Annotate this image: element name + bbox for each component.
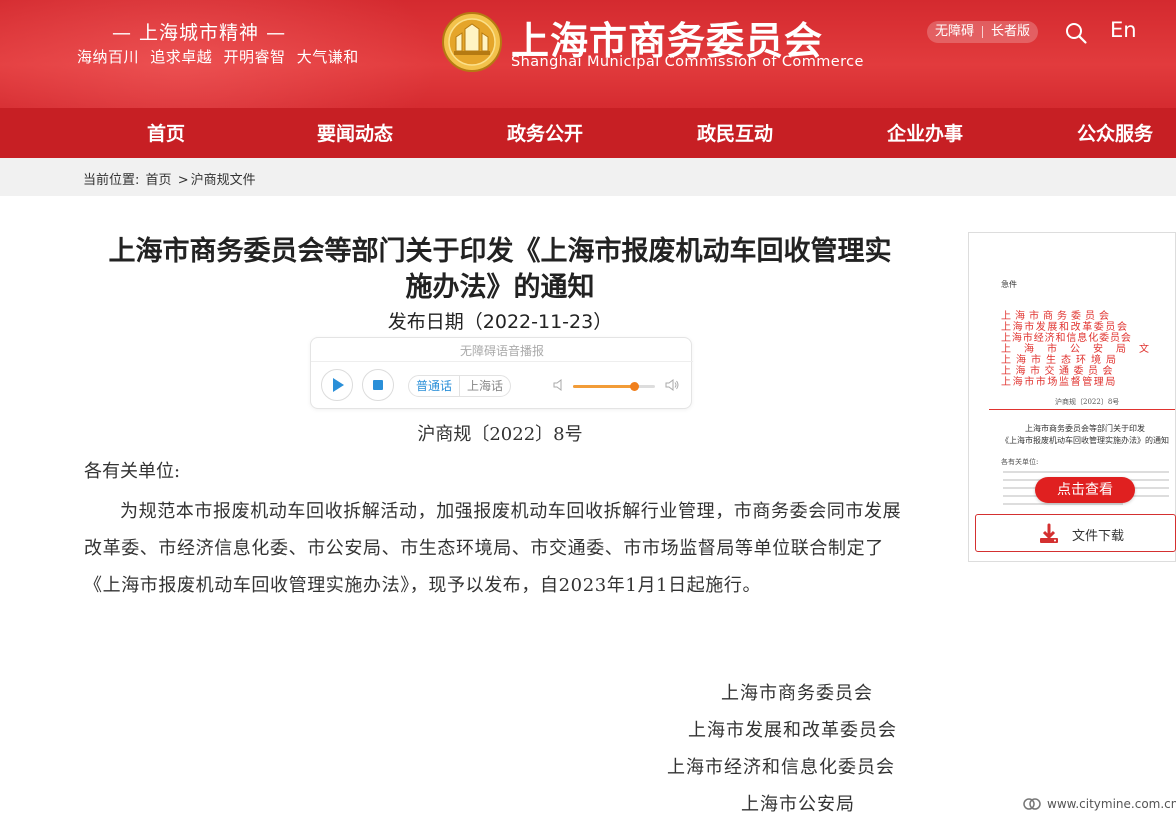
signatory-commerce: 上海市商务委员会 bbox=[721, 683, 873, 704]
article-title-line2: 施办法》的通知 bbox=[405, 272, 595, 303]
nav-item-news[interactable]: 要闻动态 bbox=[317, 108, 393, 158]
dialect-mandarin-option[interactable]: 普通话 bbox=[409, 376, 459, 396]
audio-player: 无障碍语音播报 普通话 上海话 bbox=[310, 337, 693, 409]
signatory-public-security: 上海市公安局 bbox=[741, 794, 855, 815]
nav-item-interaction[interactable]: 政民互动 bbox=[697, 108, 773, 158]
dialect-shanghai-option[interactable]: 上海话 bbox=[459, 376, 510, 396]
breadcrumb-prefix: 当前位置: bbox=[83, 173, 140, 188]
language-switch-link[interactable]: En bbox=[1110, 18, 1137, 42]
preview-text-line bbox=[1003, 503, 1123, 505]
stop-button[interactable] bbox=[362, 369, 394, 401]
breadcrumb-bar: 当前位置: 首页 > 沪商规文件 bbox=[0, 158, 1176, 196]
preview-doc-number: 沪商规〔2022〕8号 bbox=[1055, 398, 1120, 406]
nav-item-business[interactable]: 企业办事 bbox=[887, 108, 963, 158]
preview-urgent-tag: 急件 bbox=[1001, 280, 1017, 289]
document-number: 沪商规〔2022〕8号 bbox=[417, 424, 583, 445]
search-icon[interactable] bbox=[1064, 21, 1088, 45]
accessibility-toggle-group: 无障碍 长者版 bbox=[927, 21, 1039, 43]
dialect-selector: 普通话 上海话 bbox=[408, 375, 512, 397]
nav-item-home[interactable]: 首页 bbox=[147, 108, 185, 158]
preview-salutation: 各有关单位: bbox=[1001, 458, 1039, 466]
elderly-mode-button[interactable]: 长者版 bbox=[983, 21, 1038, 43]
volume-slider[interactable] bbox=[573, 382, 655, 391]
document-preview[interactable]: 急件 上海市商务委员会 上海市发展和改革委员会 上海市经济和信息化委员会 上海市… bbox=[968, 232, 1176, 562]
accessibility-mode-button[interactable]: 无障碍 bbox=[927, 21, 982, 43]
article-title: 上海市商务委员会等部门关于印发《上海市报废机动车回收管理实 施办法》的通知 bbox=[84, 234, 916, 306]
download-file-button[interactable]: 文件下载 bbox=[975, 514, 1176, 552]
nav-item-gov-affairs[interactable]: 政务公开 bbox=[507, 108, 583, 158]
volume-slider-fill bbox=[573, 385, 635, 388]
breadcrumb-home-link[interactable]: 首页 bbox=[146, 173, 172, 188]
preview-text-line bbox=[1003, 471, 1169, 473]
view-document-button[interactable]: 点击查看 bbox=[1035, 477, 1135, 503]
article-title-line1: 上海市商务委员会等部门关于印发《上海市报废机动车回收管理实 bbox=[108, 236, 892, 267]
download-icon bbox=[1040, 523, 1058, 543]
citymine-logo-icon bbox=[1023, 798, 1041, 810]
breadcrumb-separator: > bbox=[177, 173, 189, 188]
volume-down-icon[interactable] bbox=[552, 378, 566, 392]
city-spirit-motto: 海纳百川 追求卓越 开明睿智 大气谦和 bbox=[77, 48, 359, 66]
publish-date: 发布日期（2022-11-23） bbox=[387, 311, 613, 333]
breadcrumb: 当前位置: 首页 > 沪商规文件 bbox=[83, 169, 258, 188]
signatory-economy-it: 上海市经济和信息化委员会 bbox=[667, 757, 895, 778]
preview-title-line2: 《上海市报废机动车回收管理实施办法》的通知 bbox=[1001, 436, 1169, 445]
watermark: www.citymine.com.cn bbox=[1023, 797, 1176, 811]
salutation: 各有关单位: bbox=[84, 461, 181, 482]
watermark-text: www.citymine.com.cn bbox=[1047, 797, 1176, 811]
preview-title-line1: 上海市商务委员会等部门关于印发 bbox=[1025, 424, 1145, 433]
main-nav: 首页 要闻动态 政务公开 政民互动 企业办事 公众服务 bbox=[0, 108, 1176, 158]
site-header: — 上海城市精神 — 海纳百川 追求卓越 开明睿智 大气谦和 上海市商务委员会 … bbox=[0, 0, 1176, 108]
preview-red-rule bbox=[989, 409, 1175, 410]
stop-icon bbox=[373, 380, 383, 390]
volume-slider-knob[interactable] bbox=[630, 382, 639, 391]
site-subtitle: Shanghai Municipal Commission of Commerc… bbox=[511, 54, 864, 70]
player-divider bbox=[311, 361, 693, 362]
play-button[interactable] bbox=[321, 369, 353, 401]
nav-item-public-service[interactable]: 公众服务 bbox=[1077, 108, 1153, 158]
city-spirit-title: — 上海城市精神 — bbox=[112, 22, 287, 44]
play-icon bbox=[333, 378, 344, 392]
volume-up-icon[interactable] bbox=[665, 378, 679, 392]
breadcrumb-current-link[interactable]: 沪商规文件 bbox=[191, 173, 256, 188]
signatory-development-reform: 上海市发展和改革委员会 bbox=[688, 720, 897, 741]
article-body: 为规范本市报废机动车回收拆解活动，加强报废机动车回收拆解行业管理，市商务委会同市… bbox=[84, 501, 902, 596]
audio-player-title: 无障碍语音播报 bbox=[459, 344, 544, 358]
emblem-logo-icon[interactable] bbox=[441, 11, 503, 73]
download-button-label: 文件下载 bbox=[1072, 529, 1125, 544]
preview-issuer-7: 上海市市场监督管理局 bbox=[1001, 377, 1117, 388]
